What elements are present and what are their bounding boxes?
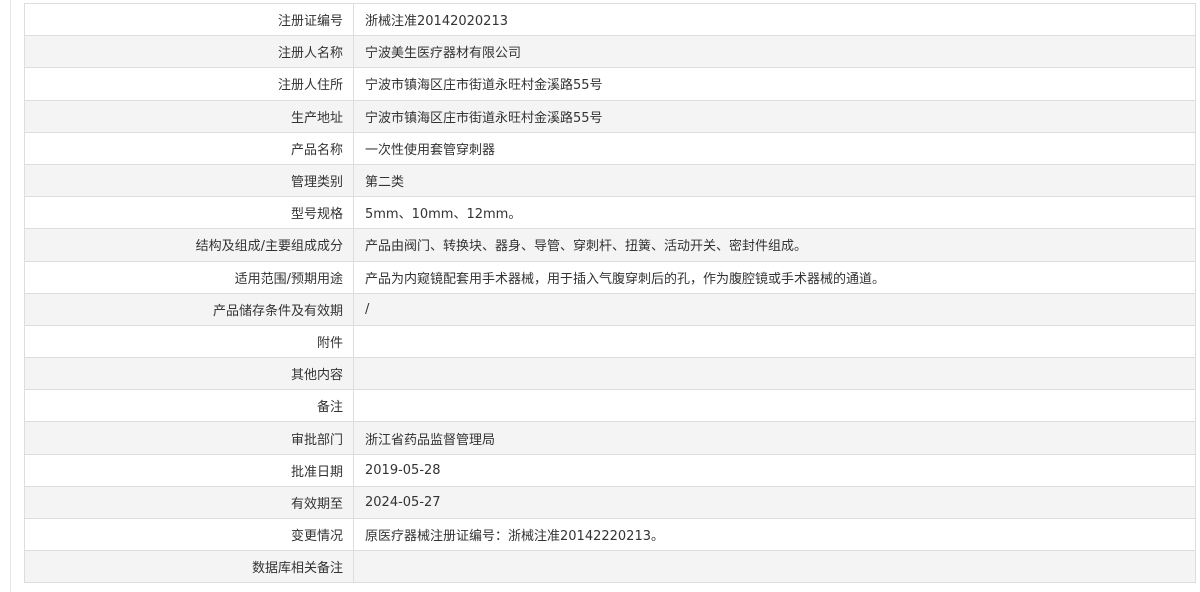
row-production-address: 生产地址 宁波市镇海区庄市街道永旺村金溪路55号 — [24, 99, 1196, 133]
row-model-spec: 型号规格 5mm、10mm、12mm。 — [24, 196, 1196, 230]
field-label: 批准日期 — [24, 453, 354, 487]
field-label: 结构及组成/主要组成成分 — [24, 228, 354, 262]
field-label: 生产地址 — [24, 99, 354, 133]
field-label: 型号规格 — [24, 196, 354, 230]
row-valid-until: 有效期至 2024-05-27 — [24, 485, 1196, 520]
field-value: 第二类 — [353, 163, 1196, 198]
row-structure-composition: 结构及组成/主要组成成分 产品由阀门、转换块、器身、导管、穿刺杆、扭簧、活动开关… — [24, 228, 1196, 262]
row-approval-department: 审批部门 浙江省药品监督管理局 — [24, 421, 1196, 455]
row-other-content: 其他内容 — [24, 357, 1196, 391]
row-intended-use: 适用范围/预期用途 产品为内窥镜配套用手术器械，用于插入气腹穿刺后的孔，作为腹腔… — [24, 260, 1196, 294]
row-storage-validity: 产品储存条件及有效期 / — [24, 292, 1196, 326]
field-label: 注册人住所 — [24, 67, 354, 101]
field-label: 注册人名称 — [24, 35, 354, 69]
row-approval-date: 批准日期 2019-05-28 — [24, 453, 1196, 487]
field-value — [353, 389, 1196, 423]
field-value: 2024-05-27 — [353, 485, 1196, 520]
field-label: 其他内容 — [24, 357, 354, 391]
field-label: 备注 — [24, 389, 354, 423]
row-management-category: 管理类别 第二类 — [24, 163, 1196, 198]
field-value: 宁波美生医疗器材有限公司 — [353, 35, 1196, 69]
field-value — [353, 550, 1196, 584]
field-value — [353, 357, 1196, 391]
registration-detail-table: 注册证编号 浙械注准20142020213 注册人名称 宁波美生医疗器材有限公司… — [24, 2, 1196, 584]
field-value: 宁波市镇海区庄市街道永旺村金溪路55号 — [353, 67, 1196, 101]
field-label: 有效期至 — [24, 485, 354, 520]
field-value: 产品由阀门、转换块、器身、导管、穿刺杆、扭簧、活动开关、密封件组成。 — [353, 228, 1196, 262]
field-label: 附件 — [24, 324, 354, 359]
field-label: 数据库相关备注 — [24, 550, 354, 584]
field-value: 浙江省药品监督管理局 — [353, 421, 1196, 455]
field-value: 一次性使用套管穿刺器 — [353, 131, 1196, 165]
field-label: 产品储存条件及有效期 — [24, 292, 354, 326]
row-registrant-name: 注册人名称 宁波美生医疗器材有限公司 — [24, 35, 1196, 69]
field-label: 管理类别 — [24, 163, 354, 198]
field-label: 审批部门 — [24, 421, 354, 455]
field-value — [353, 324, 1196, 359]
field-value: 5mm、10mm、12mm。 — [353, 196, 1196, 230]
field-label: 产品名称 — [24, 131, 354, 165]
row-change-history: 变更情况 原医疗器械注册证编号：浙械注准20142220213。 — [24, 517, 1196, 552]
field-value: / — [353, 292, 1196, 326]
row-remarks: 备注 — [24, 389, 1196, 423]
row-database-notes: 数据库相关备注 — [24, 550, 1196, 584]
field-label: 注册证编号 — [24, 2, 354, 37]
field-label: 变更情况 — [24, 517, 354, 552]
field-value: 宁波市镇海区庄市街道永旺村金溪路55号 — [353, 99, 1196, 133]
field-value: 产品为内窥镜配套用手术器械，用于插入气腹穿刺后的孔，作为腹腔镜或手术器械的通道。 — [353, 260, 1196, 294]
field-value: 浙械注准20142020213 — [353, 2, 1196, 37]
field-label: 适用范围/预期用途 — [24, 260, 354, 294]
row-product-name: 产品名称 一次性使用套管穿刺器 — [24, 131, 1196, 165]
row-registration-number: 注册证编号 浙械注准20142020213 — [24, 2, 1196, 37]
field-value: 2019-05-28 — [353, 453, 1196, 487]
field-value: 原医疗器械注册证编号：浙械注准20142220213。 — [353, 517, 1196, 552]
row-attachments: 附件 — [24, 324, 1196, 359]
row-registrant-address: 注册人住所 宁波市镇海区庄市街道永旺村金溪路55号 — [24, 67, 1196, 101]
